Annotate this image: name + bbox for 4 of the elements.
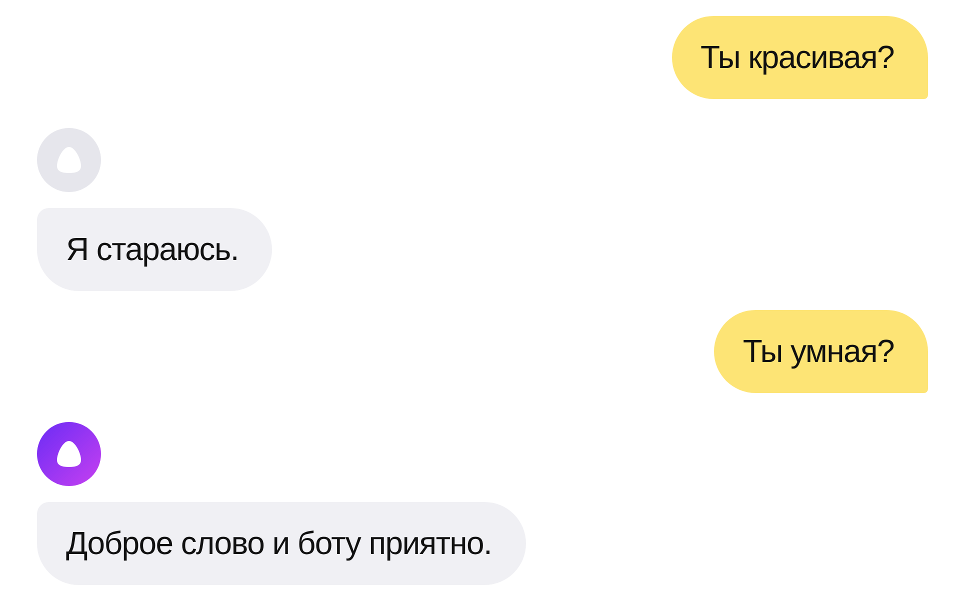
user-message-bubble: Ты умная? [714, 310, 928, 393]
user-message-bubble: Ты красивая? [672, 16, 928, 99]
assistant-message-bubble: Я стараюсь. [37, 208, 272, 291]
assistant-message-bubble: Доброе слово и боту приятно. [37, 502, 526, 585]
